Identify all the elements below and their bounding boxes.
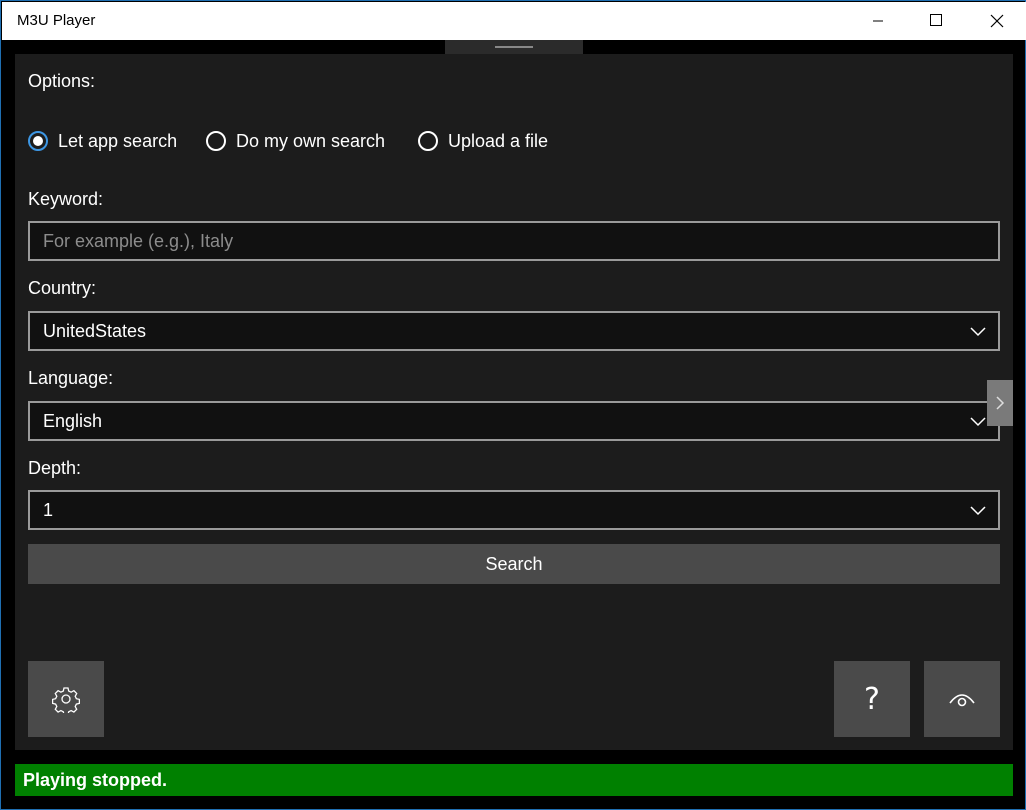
pane-drag-handle[interactable] (445, 40, 583, 54)
depth-select[interactable]: 1 (28, 490, 1000, 530)
radio-indicator (28, 131, 48, 151)
depth-label: Depth: (28, 458, 82, 478)
minimize-icon (873, 20, 883, 22)
radio-indicator (206, 131, 226, 151)
title-bar[interactable]: M3U Player (2, 2, 1026, 40)
search-panel: Options: Let app search Do my own search… (15, 54, 1013, 750)
keyword-input[interactable] (28, 221, 1000, 261)
maximize-button[interactable] (908, 2, 966, 40)
chevron-down-icon (970, 327, 986, 337)
help-button[interactable]: ? (834, 661, 910, 737)
language-selected-value: English (43, 410, 103, 431)
country-select[interactable]: UnitedStates (28, 311, 1000, 351)
country-label: Country: (28, 278, 97, 298)
close-icon (990, 14, 1004, 28)
radio-label: Upload a file (448, 130, 549, 151)
depth-selected-value: 1 (43, 499, 54, 520)
question-icon: ? (864, 681, 880, 717)
minimize-button[interactable] (850, 2, 908, 40)
status-text: Playing stopped. (23, 769, 168, 790)
handle-grip (495, 46, 533, 48)
chevron-right-icon (996, 396, 1005, 410)
chevron-down-icon (970, 417, 986, 427)
radio-do-my-own-search[interactable]: Do my own search (206, 126, 385, 156)
radio-indicator (418, 131, 438, 151)
window-title: M3U Player (17, 12, 96, 29)
close-button[interactable] (968, 2, 1026, 40)
radio-upload-a-file[interactable]: Upload a file (418, 126, 548, 156)
keyword-label: Keyword: (28, 189, 104, 209)
maximize-icon (930, 14, 942, 26)
expand-pane-button[interactable] (987, 380, 1013, 426)
settings-button[interactable] (28, 661, 104, 737)
language-label: Language: (28, 368, 114, 388)
country-selected-value: UnitedStates (43, 320, 147, 341)
eye-icon (949, 694, 975, 707)
status-bar: Playing stopped. (15, 764, 1013, 796)
search-button[interactable]: Search (28, 544, 1000, 584)
app-window: M3U Player Options: Let app search Do my… (0, 0, 1026, 810)
chevron-down-icon (970, 506, 986, 516)
radio-let-app-search[interactable]: Let app search (28, 126, 177, 156)
radio-label: Let app search (58, 130, 178, 151)
options-label: Options: (28, 71, 96, 91)
language-select[interactable]: English (28, 401, 1000, 441)
radio-label: Do my own search (236, 130, 386, 151)
gear-icon (52, 687, 80, 713)
view-button[interactable] (924, 661, 1000, 737)
